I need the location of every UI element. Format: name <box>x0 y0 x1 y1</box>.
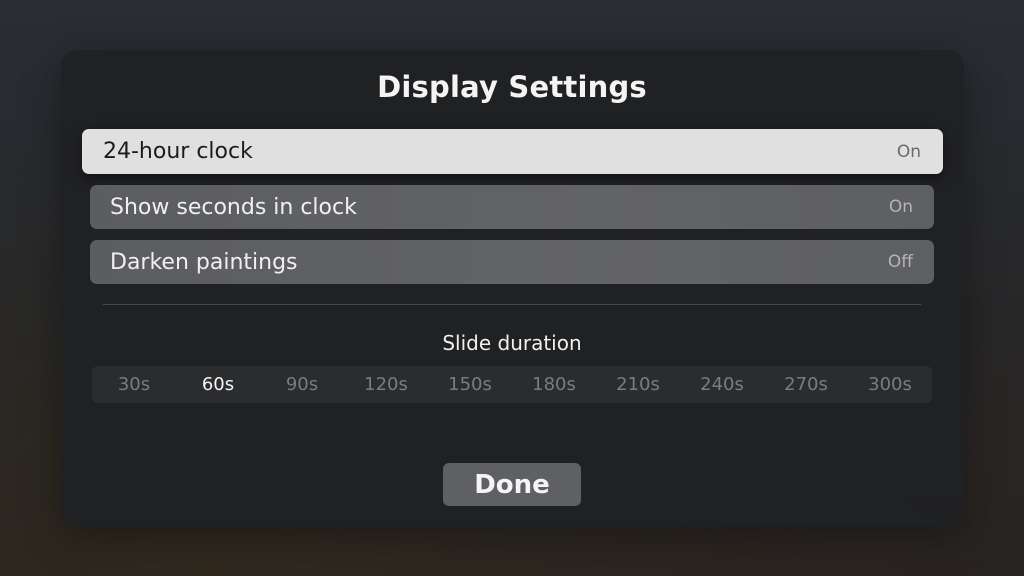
setting-label: Show seconds in clock <box>110 194 357 220</box>
duration-option[interactable]: 270s <box>764 366 848 403</box>
done-button[interactable]: Done <box>443 463 581 506</box>
duration-option[interactable]: 210s <box>596 366 680 403</box>
divider <box>103 304 921 305</box>
duration-option[interactable]: 120s <box>344 366 428 403</box>
setting-label: Darken paintings <box>110 249 298 275</box>
setting-row-show-seconds[interactable]: Show seconds in clock On <box>90 185 934 229</box>
duration-option[interactable]: 60s <box>176 366 260 403</box>
setting-row-24-hour-clock[interactable]: 24-hour clock On <box>82 129 943 174</box>
duration-option[interactable]: 300s <box>848 366 932 403</box>
slide-duration-title: Slide duration <box>442 331 582 355</box>
duration-option[interactable]: 90s <box>260 366 344 403</box>
slide-duration-selector: 30s 60s 90s 120s 150s 180s 210s 240s 270… <box>92 366 932 403</box>
setting-row-darken-paintings[interactable]: Darken paintings Off <box>90 240 934 284</box>
duration-option[interactable]: 240s <box>680 366 764 403</box>
duration-option[interactable]: 30s <box>92 366 176 403</box>
setting-value: On <box>896 141 921 162</box>
setting-label: 24-hour clock <box>103 139 253 164</box>
setting-value: Off <box>887 252 913 272</box>
duration-option[interactable]: 150s <box>428 366 512 403</box>
dialog-title: Display Settings <box>377 70 647 104</box>
duration-option[interactable]: 180s <box>512 366 596 403</box>
settings-panel <box>61 50 964 527</box>
setting-value: On <box>888 197 913 217</box>
